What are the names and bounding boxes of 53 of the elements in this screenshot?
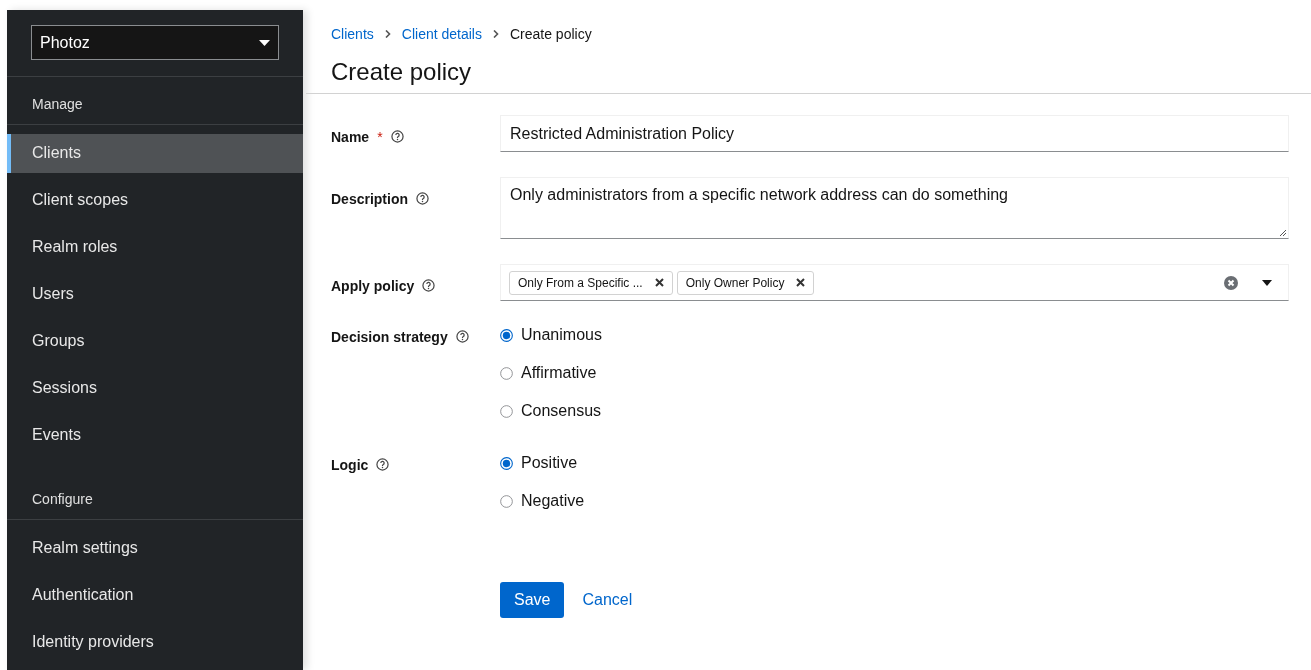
caret-icon[interactable] bbox=[1262, 279, 1272, 286]
help-icon[interactable] bbox=[416, 192, 429, 205]
help-icon[interactable] bbox=[455, 330, 469, 343]
page-title: Create policy bbox=[331, 58, 473, 86]
chevron-icon bbox=[383, 30, 392, 38]
policy-chip: Only From a Specific ... bbox=[509, 270, 673, 295]
help-icon[interactable] bbox=[422, 279, 436, 292]
cancel-link[interactable]: Cancel bbox=[582, 591, 633, 609]
breadcrumb-link[interactable]: Clients bbox=[331, 26, 374, 42]
caret-icon bbox=[259, 39, 270, 46]
nav-item[interactable]: Realm settings bbox=[7, 529, 303, 568]
radio-button[interactable] bbox=[500, 456, 513, 470]
nav-item[interactable]: Identity providers bbox=[7, 623, 303, 662]
policy-chip: Only Owner Policy bbox=[676, 270, 815, 295]
chevron-icon bbox=[491, 30, 500, 38]
nav-item[interactable]: Events bbox=[7, 416, 303, 455]
realm-dropdown[interactable]: Photoz bbox=[31, 25, 279, 60]
field-label: Description bbox=[331, 191, 408, 207]
nav-item[interactable]: Client scopes bbox=[7, 181, 303, 220]
field-label: Name bbox=[331, 129, 370, 145]
field-label: Decision strategy bbox=[331, 329, 448, 345]
radio-label: Affirmative bbox=[521, 364, 597, 382]
clear-icon[interactable] bbox=[1224, 275, 1238, 290]
help-icon[interactable] bbox=[390, 130, 404, 143]
radio-label: Negative bbox=[521, 492, 585, 510]
nav-item[interactable]: Groups bbox=[7, 322, 303, 361]
resize-handle-icon[interactable] bbox=[1279, 229, 1286, 236]
breadcrumb-link[interactable]: Client details bbox=[401, 26, 482, 42]
radio-button[interactable] bbox=[500, 494, 513, 508]
policy-select[interactable]: Only From a Specific ... Only Owner Policy bbox=[500, 264, 1289, 301]
nav-item[interactable]: Realm roles bbox=[7, 228, 303, 267]
radio-button[interactable] bbox=[500, 366, 513, 380]
breadcrumb-current: Create policy bbox=[509, 26, 592, 42]
radio-label: Unanimous bbox=[521, 326, 602, 344]
nav-item[interactable]: Authentication bbox=[7, 576, 303, 615]
radio-label: Consensus bbox=[521, 402, 602, 420]
save-button[interactable]: Save bbox=[500, 582, 565, 618]
close-icon[interactable] bbox=[654, 278, 664, 287]
nav-item[interactable]: Clients bbox=[7, 134, 303, 173]
required-mark: * bbox=[377, 129, 383, 145]
radio-button[interactable] bbox=[500, 404, 513, 418]
field-label: Apply policy bbox=[331, 278, 415, 294]
nav-item[interactable]: Users bbox=[7, 275, 303, 314]
section-heading: Configure bbox=[7, 472, 303, 520]
close-icon[interactable] bbox=[796, 278, 806, 287]
description-field[interactable]: Only administrators from a specific network address can do something bbox=[500, 177, 1289, 239]
help-icon[interactable] bbox=[376, 458, 390, 471]
field-label: Logic bbox=[331, 457, 369, 473]
radio-button[interactable] bbox=[500, 328, 513, 342]
section-heading: Manage bbox=[7, 77, 303, 125]
nav-item[interactable]: Sessions bbox=[7, 369, 303, 408]
radio-label: Positive bbox=[521, 454, 578, 472]
name-field[interactable]: Restricted Administration Policy bbox=[500, 115, 1289, 152]
